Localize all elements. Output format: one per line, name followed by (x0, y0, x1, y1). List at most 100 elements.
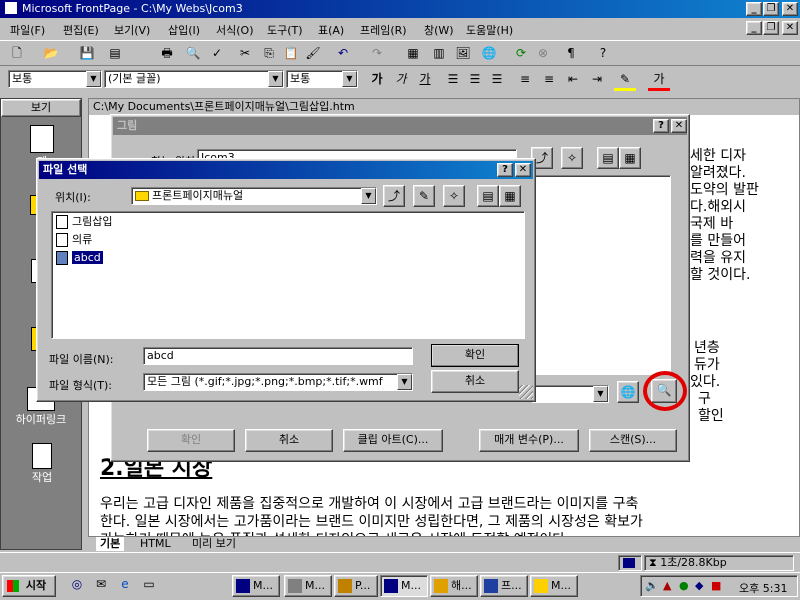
new-icon[interactable]: 🗋 (6, 43, 28, 65)
open-icon[interactable]: 📂 (40, 43, 62, 65)
bullet-list-icon[interactable]: ≡ (538, 69, 560, 91)
minimize-button[interactable]: _ (746, 2, 762, 16)
menu-table[interactable]: 표(A) (318, 22, 344, 38)
align-right-icon[interactable]: ☰ (486, 69, 508, 91)
list-item[interactable]: 의류 (54, 232, 92, 248)
size-select[interactable]: 보통 ▼ (286, 70, 358, 88)
list-item-selected[interactable]: abcd (54, 250, 104, 266)
tray-lang-icon[interactable]: ■ (711, 579, 721, 592)
quicklaunch-browser-icon[interactable]: e (114, 574, 136, 596)
view-tasks[interactable]: 작업 (5, 443, 79, 493)
quicklaunch-desktop-icon[interactable]: ▭ (138, 574, 160, 596)
menu-view[interactable]: 보기(V) (114, 22, 150, 38)
underline-button[interactable]: 가 (414, 69, 436, 91)
help-icon[interactable]: ? (592, 43, 614, 65)
picture-url-input[interactable]: ▼ (531, 385, 609, 403)
picture-cancel-button[interactable]: 취소 (245, 429, 333, 452)
font-color-icon[interactable]: 가 (648, 69, 670, 91)
taskbar-item[interactable]: 해... (430, 575, 478, 597)
save-icon[interactable]: 💾 (76, 43, 98, 65)
outdent-icon[interactable]: ⇤ (562, 69, 584, 91)
up-one-level-icon[interactable]: ⤴ (383, 185, 405, 207)
picture-close-button[interactable]: ✕ (671, 119, 687, 133)
new-folder-icon[interactable]: ✧ (561, 147, 583, 169)
file-list-view-icon[interactable]: ▤ (477, 185, 499, 207)
quicklaunch-ie-icon[interactable]: ◎ (66, 574, 88, 596)
picture-ok-button[interactable]: 확인 (147, 429, 235, 452)
font-select[interactable]: (기본 글꼴) ▼ (104, 70, 284, 88)
location-select[interactable]: 프론트페이지매뉴얼 ▼ (131, 187, 377, 205)
restore-button[interactable]: ❐ (763, 2, 779, 16)
insert-component-icon[interactable]: ▦ (402, 43, 424, 65)
copy-icon[interactable]: ⎘ (258, 43, 280, 65)
taskbar-item[interactable]: P... (334, 575, 378, 597)
taskbar-item-active[interactable]: M... (380, 575, 428, 597)
publish-icon[interactable]: ▤ (104, 43, 126, 65)
scan-button[interactable]: 스캔(S)... (589, 429, 677, 452)
tab-normal[interactable]: 기본 (96, 537, 125, 551)
italic-button[interactable]: 가 (390, 69, 412, 91)
doc-close-button[interactable]: ✕ (782, 21, 798, 35)
style-select[interactable]: 보통 ▼ (8, 70, 102, 88)
pilcrow-icon[interactable]: ¶ (560, 43, 582, 65)
bold-button[interactable]: 가 (366, 69, 388, 91)
web-browse-icon[interactable]: 🌐 (617, 381, 639, 403)
print-icon[interactable]: 🖶 (156, 43, 178, 65)
file-list[interactable]: 그림삽입 의류 abcd (51, 211, 525, 339)
tray-network-icon[interactable]: ▲ (663, 579, 671, 592)
taskbar-item[interactable]: 프... (480, 575, 528, 597)
paste-icon[interactable]: 📋 (280, 43, 302, 65)
quicklaunch-outlook-icon[interactable]: ✉ (90, 574, 112, 596)
spelling-icon[interactable]: ✓ (206, 43, 228, 65)
details-view-icon[interactable]: ▦ (619, 147, 641, 169)
create-folder-icon[interactable]: ✧ (443, 185, 465, 207)
tray-volume-icon[interactable]: 🔊 (645, 579, 659, 592)
hyperlink-icon[interactable]: 🌐 (478, 43, 500, 65)
file-details-view-icon[interactable]: ▦ (499, 185, 521, 207)
preview-icon[interactable]: 🔍 (182, 43, 204, 65)
close-button[interactable]: ✕ (782, 2, 798, 16)
insert-picture-icon[interactable]: 🖼 (452, 43, 474, 65)
start-button[interactable]: 시작 (2, 575, 56, 597)
parameters-button[interactable]: 매개 변수(P)... (479, 429, 579, 452)
file-cancel-button[interactable]: 취소 (431, 370, 519, 393)
file-help-button[interactable]: ? (497, 163, 513, 177)
file-close-button[interactable]: ✕ (515, 163, 531, 177)
menu-help[interactable]: 도움말(H) (466, 22, 513, 38)
doc-restore-button[interactable]: ❐ (763, 21, 779, 35)
tab-preview[interactable]: 미리 보기 (192, 537, 236, 551)
refresh-icon[interactable]: ⟳ (510, 43, 532, 65)
doc-minimize-button[interactable]: _ (746, 21, 762, 35)
desktop-icon[interactable]: ✎ (413, 185, 435, 207)
align-left-icon[interactable]: ☰ (442, 69, 464, 91)
redo-icon[interactable]: ↷ (366, 43, 388, 65)
indent-icon[interactable]: ⇥ (586, 69, 608, 91)
filename-input[interactable]: abcd (143, 347, 413, 365)
menu-format[interactable]: 서식(O) (216, 22, 253, 38)
list-view-icon[interactable]: ▤ (597, 147, 619, 169)
tray-keyboard-icon[interactable]: ◆ (695, 579, 703, 592)
highlight-icon[interactable]: ✎ (614, 69, 636, 91)
list-item[interactable]: 그림삽입 (54, 214, 112, 230)
file-ok-button[interactable]: 확인 (431, 344, 519, 367)
taskbar-item[interactable]: M... (530, 575, 578, 597)
menu-frame[interactable]: 프레임(R) (360, 22, 407, 38)
menu-edit[interactable]: 편집(E) (63, 22, 99, 38)
align-center-icon[interactable]: ☰ (464, 69, 486, 91)
format-painter-icon[interactable]: 🖌 (302, 43, 324, 65)
taskbar-item[interactable]: M... (232, 575, 280, 597)
taskbar-item[interactable]: M... (284, 575, 332, 597)
picture-help-button[interactable]: ? (653, 119, 669, 133)
resize-grip-icon[interactable] (519, 385, 533, 399)
menu-tools[interactable]: 도구(T) (267, 22, 303, 38)
cut-icon[interactable]: ✂ (234, 43, 256, 65)
menu-file[interactable]: 파일(F) (10, 22, 45, 38)
menu-insert[interactable]: 삽입(I) (168, 22, 200, 38)
clip-art-button[interactable]: 클립 아트(C)... (343, 429, 443, 452)
undo-icon[interactable]: ↶ (332, 43, 354, 65)
numbered-list-icon[interactable]: ≡ (514, 69, 536, 91)
menu-window[interactable]: 창(W) (424, 22, 454, 38)
tray-ime-icon[interactable]: ● (679, 579, 689, 592)
filetype-select[interactable]: 모든 그림 (*.gif;*.jpg;*.png;*.bmp;*.tif;*.w… (143, 373, 413, 391)
stop-icon[interactable]: ⊗ (532, 43, 554, 65)
